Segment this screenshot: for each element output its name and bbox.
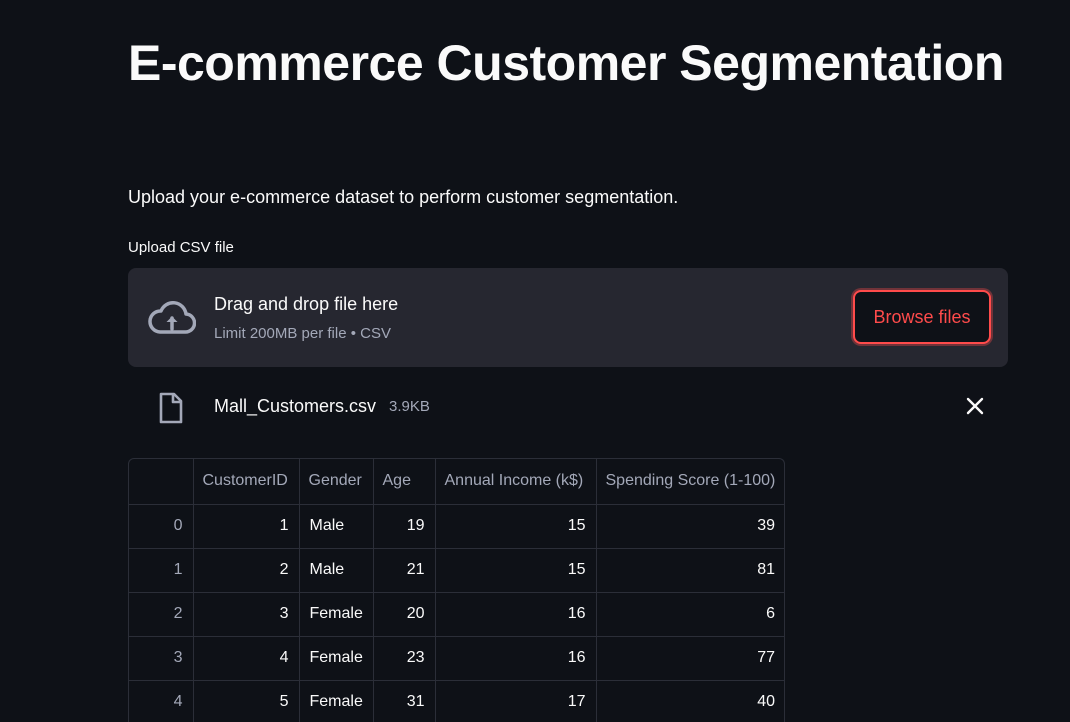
table-row: 2 3 Female 20 16 6 — [129, 592, 784, 637]
cell-gender[interactable]: Male — [299, 504, 374, 549]
cell-spending-score[interactable]: 40 — [596, 680, 784, 722]
table-row: 4 5 Female 31 17 40 — [129, 680, 784, 722]
file-dropzone[interactable]: Drag and drop file here Limit 200MB per … — [128, 268, 1008, 367]
cell-age[interactable]: 21 — [373, 548, 436, 593]
page-description: Upload your e-commerce dataset to perfor… — [128, 187, 679, 207]
cell-age[interactable]: 23 — [373, 636, 436, 681]
row-index: 3 — [129, 636, 194, 681]
dropzone-instructions: Drag and drop file here — [214, 294, 399, 314]
column-header-gender[interactable]: Gender — [299, 459, 374, 505]
table-header-row: CustomerID Gender Age Annual Income (k$)… — [129, 459, 784, 505]
cell-annual-income[interactable]: 15 — [435, 504, 597, 549]
file-icon — [159, 392, 183, 424]
cell-customerid[interactable]: 3 — [193, 592, 300, 637]
column-header-customerid[interactable]: CustomerID — [193, 459, 300, 505]
upload-label: Upload CSV file — [128, 239, 234, 256]
cell-age[interactable]: 31 — [373, 680, 436, 722]
row-index: 0 — [129, 504, 194, 549]
data-table: CustomerID Gender Age Annual Income (k$)… — [129, 459, 784, 722]
column-header-age[interactable]: Age — [373, 459, 436, 505]
cell-gender[interactable]: Female — [299, 636, 374, 681]
cell-annual-income[interactable]: 16 — [435, 592, 597, 637]
cell-annual-income[interactable]: 16 — [435, 636, 597, 681]
cell-spending-score[interactable]: 6 — [596, 592, 784, 637]
cell-age[interactable]: 19 — [373, 504, 436, 549]
column-header-annual-income[interactable]: Annual Income (k$) — [435, 459, 597, 505]
cell-gender[interactable]: Female — [299, 680, 374, 722]
table-row: 1 2 Male 21 15 81 — [129, 548, 784, 593]
uploaded-file-item: Mall_Customers.csv 3.9KB — [128, 386, 1008, 428]
browse-files-button[interactable]: Browse files — [853, 290, 991, 344]
cell-age[interactable]: 20 — [373, 592, 436, 637]
cell-spending-score[interactable]: 77 — [596, 636, 784, 681]
uploaded-file-size: 3.9KB — [389, 398, 430, 415]
cell-gender[interactable]: Male — [299, 548, 374, 593]
cell-gender[interactable]: Female — [299, 592, 374, 637]
cell-customerid[interactable]: 5 — [193, 680, 300, 722]
row-index: 1 — [129, 548, 194, 593]
uploaded-file-name: Mall_Customers.csv — [214, 396, 377, 416]
page-title: E-commerce Customer Segmentation — [128, 35, 1004, 91]
dataframe[interactable]: CustomerID Gender Age Annual Income (k$)… — [128, 458, 785, 722]
cell-annual-income[interactable]: 17 — [435, 680, 597, 722]
cloud-upload-icon — [148, 301, 196, 334]
table-row: 3 4 Female 23 16 77 — [129, 636, 784, 681]
close-icon[interactable] — [964, 395, 986, 417]
cell-customerid[interactable]: 1 — [193, 504, 300, 549]
cell-customerid[interactable]: 2 — [193, 548, 300, 593]
table-row: 0 1 Male 19 15 39 — [129, 504, 784, 549]
cell-customerid[interactable]: 4 — [193, 636, 300, 681]
column-header-spending-score[interactable]: Spending Score (1-100) — [596, 459, 784, 505]
dropzone-limit: Limit 200MB per file • CSV — [214, 325, 391, 342]
row-index: 4 — [129, 680, 194, 722]
column-header-index[interactable] — [129, 459, 194, 505]
row-index: 2 — [129, 592, 194, 637]
cell-spending-score[interactable]: 81 — [596, 548, 784, 593]
cell-spending-score[interactable]: 39 — [596, 504, 784, 549]
cell-annual-income[interactable]: 15 — [435, 548, 597, 593]
